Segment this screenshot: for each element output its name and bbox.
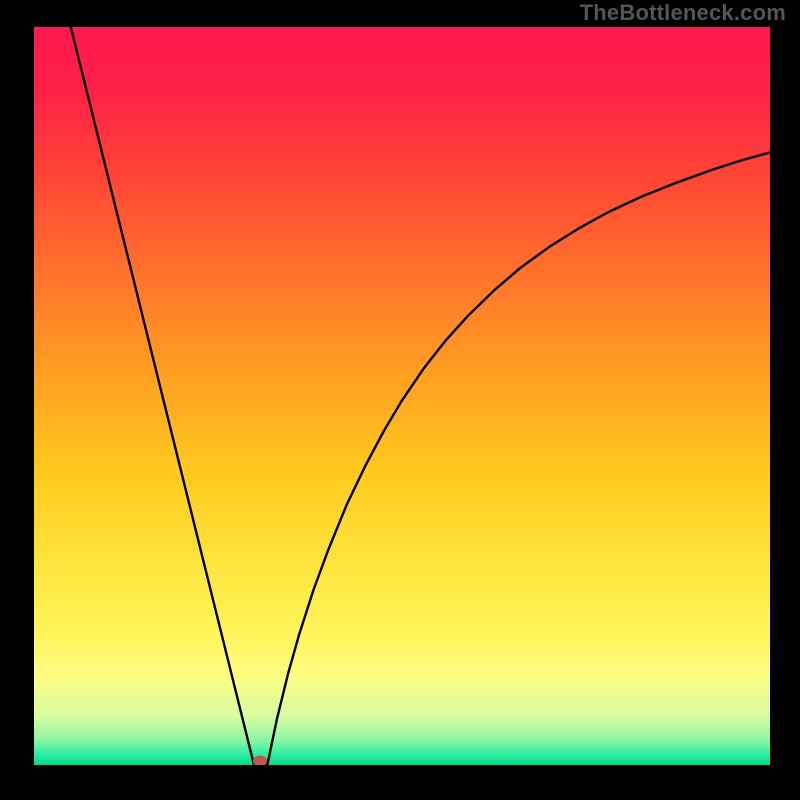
chart-frame: TheBottleneck.com — [0, 0, 800, 800]
gradient-background — [34, 27, 770, 765]
bottleneck-chart — [34, 27, 770, 765]
watermark: TheBottleneck.com — [580, 0, 786, 26]
